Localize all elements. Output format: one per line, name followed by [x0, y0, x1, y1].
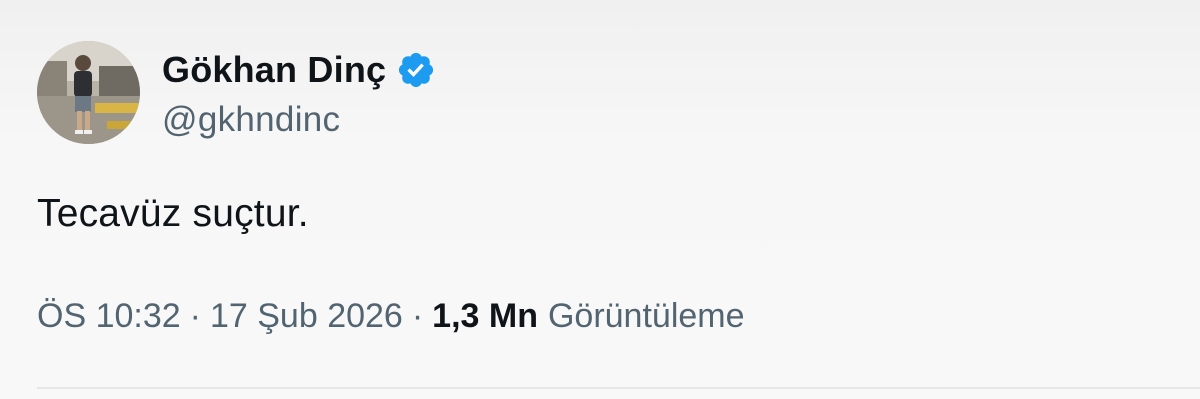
- tweet-card: Gökhan Dinç @gkhndinc Tecavüz suçtur. ÖS…: [0, 0, 1200, 399]
- author-handle[interactable]: @gkhndinc: [162, 100, 340, 140]
- verified-badge-icon[interactable]: [396, 50, 436, 90]
- tweet-time[interactable]: ÖS 10:32: [37, 297, 181, 336]
- author-name-row: Gökhan Dinç: [162, 46, 436, 94]
- meta-separator: ·: [189, 297, 201, 335]
- divider: [37, 387, 1200, 389]
- tweet-date[interactable]: 17 Şub 2026: [210, 297, 403, 336]
- tweet-meta: ÖS 10:32 · 17 Şub 2026 · 1,3 Mn Görüntül…: [37, 297, 745, 336]
- avatar[interactable]: [37, 41, 140, 144]
- meta-separator: ·: [411, 297, 424, 335]
- views-count[interactable]: 1,3 Mn: [432, 297, 538, 336]
- views-label: Görüntüleme: [547, 297, 745, 335]
- author-display-name[interactable]: Gökhan Dinç: [162, 49, 386, 91]
- avatar-photo: [37, 41, 140, 144]
- tweet-text: Tecavüz suçtur.: [37, 192, 309, 235]
